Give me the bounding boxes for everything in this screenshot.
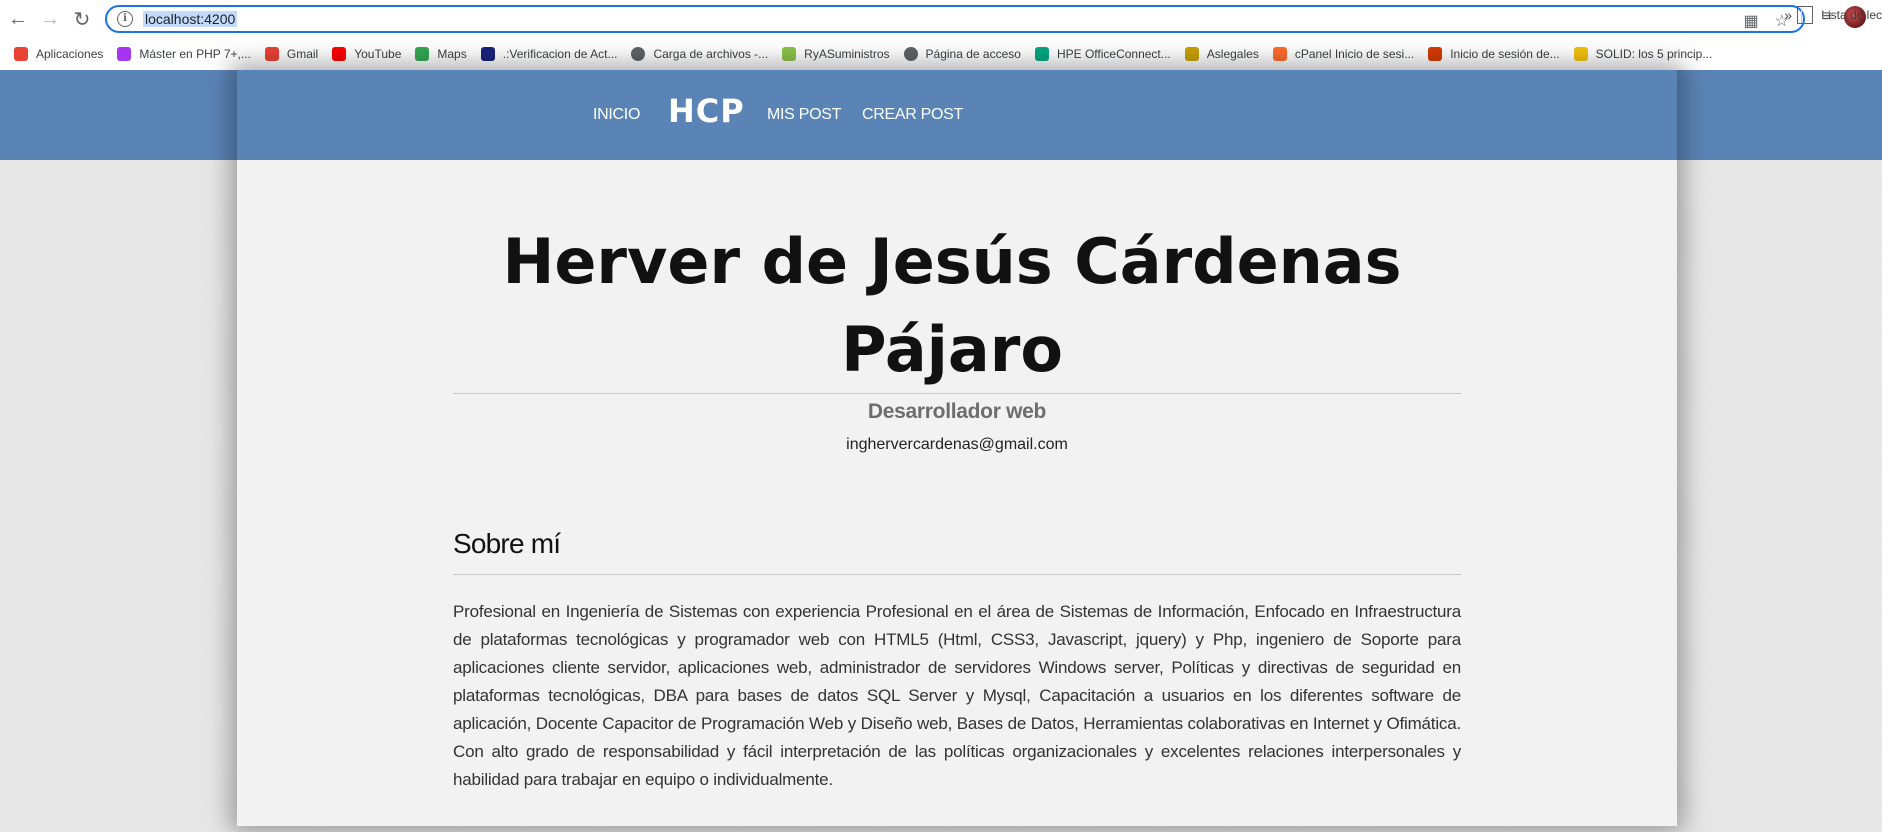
aslegales-icon	[1184, 47, 1199, 61]
bookmark-item[interactable]: .:Verificacion de Act...	[480, 47, 618, 61]
nav-inicio-link[interactable]: INICIO	[593, 106, 640, 124]
udemy-icon	[117, 47, 132, 61]
address-bar[interactable]: i localhost:4200 ▦ ☆	[105, 5, 1805, 33]
bookmark-item[interactable]: cPanel Inicio de sesi...	[1272, 47, 1415, 61]
bookmark-item[interactable]: Gmail	[264, 47, 319, 61]
bookmark-item[interactable]: HPE OfficeConnect...	[1034, 47, 1171, 61]
bookmark-item[interactable]: Aplicaciones	[14, 47, 103, 61]
name-divider	[453, 393, 1461, 394]
globe-icon	[631, 47, 646, 61]
bookmark-item[interactable]: SOLID: los 5 princip...	[1573, 47, 1713, 61]
bookmark-label: cPanel Inicio de sesi...	[1294, 47, 1415, 61]
bookmark-label: Máster en PHP 7+,...	[139, 47, 251, 61]
bookmark-label: .:Verificacion de Act...	[502, 47, 618, 61]
reading-list-label: Lista de lec	[1821, 8, 1882, 22]
bookmark-label: RyASuministros	[804, 47, 890, 61]
reading-list-icon	[1797, 6, 1814, 24]
office-icon	[1428, 47, 1443, 61]
bookmark-label: Aplicaciones	[36, 47, 104, 61]
reading-list-button[interactable]: Lista de lec	[1797, 6, 1882, 24]
youtube-icon	[332, 47, 347, 61]
bookmark-label: YouTube	[354, 47, 402, 61]
profile-role: Desarrollador web	[867, 400, 1047, 423]
siap-icon	[480, 47, 495, 61]
url-text[interactable]: localhost:4200	[143, 11, 238, 27]
bookmark-label: Inicio de sesión de...	[1450, 47, 1560, 61]
gmail-icon	[264, 47, 279, 61]
more-bookmarks-button[interactable]: »	[1784, 7, 1792, 23]
bookmark-label: Carga de archivos -...	[653, 47, 769, 61]
site-info-icon[interactable]: i	[117, 11, 133, 27]
solid-icon	[1573, 47, 1588, 61]
bookmark-label: Gmail	[286, 47, 319, 61]
nav-mis-post-link[interactable]: MIS POST	[767, 106, 841, 124]
site-navbar: INICIO HCP MIS POST CREAR POST	[237, 70, 1677, 160]
qr-code-icon[interactable]: ▦	[1744, 11, 1759, 31]
hpe-icon	[1034, 47, 1049, 61]
nav-crear-post-link[interactable]: CREAR POST	[862, 106, 963, 124]
about-title: Sobre mí	[453, 528, 561, 559]
profile-name: Herver de Jesús Cárdenas Pájaro	[502, 225, 1402, 386]
forward-button[interactable]: →	[36, 5, 64, 33]
browser-toolbar: ← → ↻ i localhost:4200 ▦ ☆ ≡	[0, 0, 1882, 38]
bookmark-item[interactable]: Carga de archivos -...	[631, 47, 768, 61]
bookmark-item[interactable]: YouTube	[332, 47, 401, 61]
ryasuministros-icon	[782, 47, 797, 61]
profile-card: INICIO HCP MIS POST CREAR POST Herver de…	[237, 70, 1677, 826]
bookmark-item[interactable]: Inicio de sesión de...	[1428, 47, 1560, 61]
bookmark-label: Página de acceso	[925, 47, 1021, 61]
bookmark-label: SOLID: los 5 princip...	[1595, 47, 1713, 61]
bookmark-item[interactable]: Aslegales	[1184, 47, 1259, 61]
bookmark-item[interactable]: Máster en PHP 7+,...	[117, 47, 251, 61]
nav-brand-logo[interactable]: HCP	[668, 92, 745, 130]
reload-button[interactable]: ↻	[68, 5, 96, 33]
maps-icon	[415, 47, 430, 61]
back-button[interactable]: ←	[4, 5, 32, 33]
globe-icon	[903, 47, 918, 61]
about-divider	[453, 574, 1461, 575]
bookmark-label: Maps	[437, 47, 467, 61]
bookmark-item[interactable]: RyASuministros	[782, 47, 890, 61]
bookmark-label: HPE OfficeConnect...	[1056, 47, 1171, 61]
profile-email: inghervercardenas@gmail.com	[846, 436, 1068, 453]
bookmark-item[interactable]: Maps	[415, 47, 467, 61]
cpanel-icon	[1272, 47, 1287, 61]
page-background: INICIO HCP MIS POST CREAR POST Herver de…	[0, 70, 1882, 832]
bookmarks-bar: Aplicaciones Máster en PHP 7+,... Gmail You…	[0, 38, 1882, 71]
bookmark-item[interactable]: Página de acceso	[903, 47, 1021, 61]
apps-grid-icon	[14, 47, 28, 61]
about-text: Profesional en Ingeniería de Sistemas co…	[453, 602, 1461, 789]
bookmark-label: Aslegales	[1206, 47, 1259, 61]
